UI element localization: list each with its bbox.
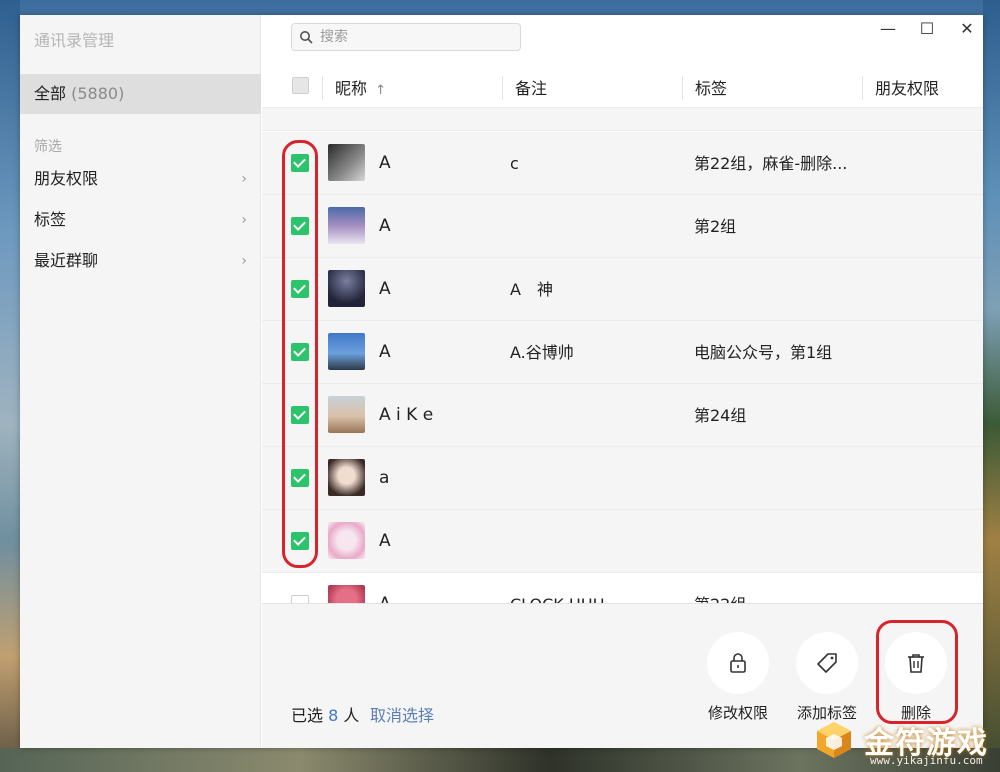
search-icon <box>300 31 313 44</box>
column-header-label: 标签 <box>695 79 728 98</box>
nickname: A i K e <box>379 405 434 425</box>
lock-icon <box>730 653 746 673</box>
sidebar-item-label: 朋友权限 <box>34 169 99 188</box>
avatar-3 <box>328 270 365 307</box>
filter-heading: 筛选 <box>34 139 62 155</box>
column-header-tags[interactable]: 标签 <box>695 74 727 108</box>
nickname: A <box>379 531 391 551</box>
checkbox-highlight-annotation <box>282 140 318 568</box>
table-row[interactable] <box>262 108 983 131</box>
add-tag-button[interactable]: 添加标签 <box>795 632 859 723</box>
minimize-icon: — <box>880 19 896 38</box>
close-icon: ✕ <box>960 19 974 38</box>
modify-permissions-button[interactable]: 修改权限 <box>706 632 770 723</box>
column-header-remark[interactable]: 备注 <box>515 74 547 108</box>
modify-permissions-circle[interactable] <box>707 632 769 694</box>
avatar-2 <box>328 207 365 244</box>
selected-prefix: 已选 <box>291 706 324 725</box>
table-row[interactable]: A A.谷博帅 电脑公众号，第1组 <box>262 321 983 384</box>
select-all-checkbox[interactable] <box>292 77 309 94</box>
nickname: A <box>379 342 391 362</box>
tag-text: 第24组 <box>694 406 747 425</box>
avatar-4 <box>328 333 365 370</box>
sidebar-item-recent-groups[interactable]: 最近群聊 › <box>20 242 261 280</box>
remark: A.谷博帅 <box>510 343 574 362</box>
table-row[interactable]: A c 第22组，麻雀-删除... <box>262 132 983 195</box>
watermark: 金符游戏 www.yikajinfu.com <box>800 716 1000 772</box>
column-divider <box>322 76 323 100</box>
nickname: A <box>379 153 391 173</box>
column-header-label: 昵称 <box>335 79 368 98</box>
avatar-5 <box>328 396 365 433</box>
chevron-right-icon: › <box>241 171 247 187</box>
column-header-label: 朋友权限 <box>875 79 940 98</box>
table-header: 昵称 ↑ 备注 标签 朋友权限 <box>262 74 983 108</box>
avatar-1 <box>328 144 365 181</box>
sidebar-item-label: 标签 <box>34 210 67 229</box>
window-title: 通讯录管理 <box>34 31 115 50</box>
tag-icon <box>817 653 837 673</box>
tag-text: 第22组，麻雀-删除... <box>694 154 848 173</box>
remark: CLOCK HUH <box>510 573 605 603</box>
delete-highlight-annotation <box>876 620 958 724</box>
minimize-button[interactable]: — <box>878 19 898 39</box>
cube-logo-icon <box>817 722 851 758</box>
sidebar: 通讯录管理 全部 (5880) 筛选 朋友权限 › 标签 › 最近群聊 › <box>20 15 261 748</box>
remark: A 神 <box>510 280 553 299</box>
sidebar-item-all[interactable]: 全部 (5880) <box>20 74 261 114</box>
close-button[interactable]: ✕ <box>957 19 977 39</box>
table-row[interactable]: A A 神 <box>262 258 983 321</box>
sidebar-item-tags[interactable]: 标签 › <box>20 201 261 239</box>
sidebar-item-all-label: 全部 <box>34 84 67 103</box>
table-row[interactable]: A CLOCK HUH 第22组 <box>262 573 983 603</box>
remark: c <box>510 154 519 173</box>
desktop-background-left <box>0 0 20 772</box>
column-header-friend-permissions[interactable]: 朋友权限 <box>875 74 939 108</box>
add-tag-circle[interactable] <box>796 632 858 694</box>
column-divider <box>862 76 863 100</box>
selected-count-text: 已选 8 人 <box>291 702 359 726</box>
column-divider <box>502 76 503 100</box>
column-divider <box>682 76 683 100</box>
column-header-label: 备注 <box>515 79 548 98</box>
cancel-selection-link[interactable]: 取消选择 <box>370 702 434 726</box>
desktop-background-right <box>983 0 1000 772</box>
row-checkbox[interactable] <box>291 595 309 603</box>
tag-text: 第22组 <box>694 573 746 603</box>
column-header-nickname[interactable]: 昵称 ↑ <box>335 74 386 108</box>
avatar-7 <box>328 522 365 559</box>
tag-text: 电脑公众号，第1组 <box>694 343 833 362</box>
table-row[interactable]: A 第2组 <box>262 195 983 258</box>
selected-count: 8 <box>328 706 339 725</box>
main-panel: 搜索 — ☐ ✕ 昵称 ↑ 备注 标签 朋友权限 A c 第22组，麻雀-删除.… <box>262 15 983 748</box>
chevron-right-icon: › <box>241 212 247 228</box>
nickname: A <box>379 216 391 236</box>
table-row[interactable]: A <box>262 510 983 573</box>
avatar-6 <box>328 459 365 496</box>
chevron-right-icon: › <box>241 253 247 269</box>
sort-ascending-icon: ↑ <box>375 83 387 98</box>
maximize-icon: ☐ <box>919 19 935 38</box>
table-row[interactable]: A i K e 第24组 <box>262 384 983 447</box>
avatar-8 <box>328 585 365 603</box>
contact-count: (5880) <box>71 84 125 103</box>
sidebar-item-friend-permissions[interactable]: 朋友权限 › <box>20 160 261 198</box>
search-placeholder: 搜索 <box>320 29 348 45</box>
sidebar-item-label: 最近群聊 <box>34 251 99 270</box>
maximize-button[interactable]: ☐ <box>917 19 937 39</box>
watermark-url: www.yikajinfu.com <box>870 754 983 767</box>
tag-text: 第2组 <box>694 217 737 236</box>
contacts-manager-window: 通讯录管理 全部 (5880) 筛选 朋友权限 › 标签 › 最近群聊 › 搜索 <box>20 15 983 748</box>
contact-list: A c 第22组，麻雀-删除... A 第2组 A A 神 A A.谷博帅 电脑… <box>262 108 983 603</box>
selected-suffix: 人 <box>343 706 360 725</box>
nickname: A <box>379 279 391 299</box>
table-row[interactable]: a <box>262 447 983 510</box>
nickname: A <box>379 573 391 603</box>
nickname: a <box>379 468 390 488</box>
search-input[interactable]: 搜索 <box>291 23 521 51</box>
